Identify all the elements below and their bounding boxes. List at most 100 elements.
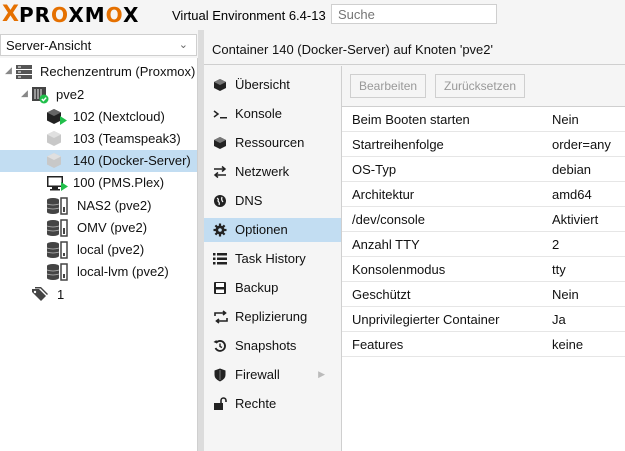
nav-item-label: Replizierung [235, 309, 308, 324]
tree-item-storage-omv[interactable]: OMV (pve2) [0, 217, 197, 239]
proxmox-logo[interactable]: X PROXMOX [2, 2, 140, 28]
console-icon [213, 107, 227, 121]
task-history-icon [213, 252, 227, 266]
tree-item-datacenter[interactable]: ◢ Rechenzentrum (Proxmox) [0, 61, 197, 83]
nav-item-dns[interactable]: DNS [204, 189, 341, 213]
nav-item-label: Netzwerk [235, 164, 290, 179]
version-label: Virtual Environment 6.4-13 [172, 8, 326, 23]
replication-icon [213, 310, 228, 324]
table-row[interactable]: Beim Booten starten Nein [342, 107, 625, 132]
option-value: tty [552, 262, 566, 277]
reset-button[interactable]: Zurücksetzen [435, 74, 526, 98]
option-value: 2 [552, 237, 560, 252]
options-toolbar: Bearbeiten Zurücksetzen [342, 66, 625, 107]
option-value: Nein [552, 112, 579, 127]
chevron-down-icon: ⌄ [178, 39, 188, 51]
option-value: order=any [552, 137, 611, 152]
network-icon [213, 165, 227, 179]
nav-item-label: Konsole [235, 106, 282, 121]
tree-item-storage-local-lvm[interactable]: local-lvm (pve2) [0, 261, 197, 283]
nav-item-label: Backup [235, 280, 279, 295]
nav-item-resources[interactable]: Ressourcen [204, 131, 341, 155]
snapshots-icon [213, 339, 227, 353]
edit-button[interactable]: Bearbeiten [350, 74, 427, 98]
summary-icon [213, 78, 227, 92]
tree-item-node-pve2[interactable]: ◢ pve2 [0, 84, 197, 106]
collapse-arrow-icon[interactable]: ◢ [21, 88, 28, 99]
option-key: Startreihenfolge [352, 137, 444, 152]
tree-item-label: 102 (Nextcloud) [73, 109, 165, 124]
tree-item-ct-102[interactable]: 102 (Nextcloud) [0, 106, 197, 128]
tree-item-pool[interactable]: 1 [0, 284, 197, 306]
node-online-icon [31, 86, 49, 104]
tree-item-label: 140 (Docker-Server) [73, 153, 191, 168]
tree-item-vm-100[interactable]: 100 (PMS.Plex) [0, 172, 197, 194]
tree-item-label: local-lvm (pve2) [77, 264, 169, 279]
nav-item-label: Optionen [235, 222, 288, 237]
option-value: keine [552, 337, 584, 352]
storage-icon [46, 241, 68, 259]
container-nav: Übersicht Konsole Ressourcen Netzwerk DN… [204, 66, 342, 451]
table-row[interactable]: /dev/console Aktiviert [342, 207, 625, 232]
datacenter-icon [15, 63, 33, 81]
nav-item-label: Firewall [235, 367, 280, 382]
search-input[interactable] [331, 4, 497, 24]
unlock-icon [213, 397, 227, 411]
nav-item-label: DNS [235, 193, 263, 208]
tree-item-storage-local[interactable]: local (pve2) [0, 239, 197, 261]
tree-item-label: 1 [57, 287, 65, 302]
container-stopped-icon [46, 130, 64, 148]
table-row[interactable]: Geschützt Nein [342, 282, 625, 307]
table-row[interactable]: OS-Typ debian [342, 157, 625, 182]
nav-item-backup[interactable]: Backup [204, 276, 341, 300]
table-row[interactable]: Startreihenfolge order=any [342, 132, 625, 157]
collapse-arrow-icon[interactable]: ◢ [5, 65, 12, 76]
logo-x: X [2, 2, 19, 27]
option-value: debian [552, 162, 592, 177]
nav-item-snapshots[interactable]: Snapshots [204, 334, 341, 358]
nav-item-console[interactable]: Konsole [204, 102, 341, 126]
nav-item-task-history[interactable]: Task History [204, 247, 341, 271]
resources-icon [213, 136, 227, 150]
view-select-value: Server-Ansicht [6, 38, 92, 53]
option-key: Geschützt [352, 287, 411, 302]
nav-item-permissions[interactable]: Rechte [204, 392, 341, 416]
logo-wordmark: PROXMOX [18, 3, 140, 27]
container-running-icon [46, 108, 67, 126]
nav-item-summary[interactable]: Übersicht [204, 73, 341, 97]
nav-item-firewall[interactable]: Firewall ▶ [204, 363, 341, 387]
storage-icon [46, 263, 68, 281]
tags-icon [31, 286, 49, 304]
resource-tree: ◢ Rechenzentrum (Proxmox) ◢ pve2 102 (Ne… [0, 58, 198, 451]
tree-item-ct-103[interactable]: 103 (Teamspeak3) [0, 128, 197, 150]
nav-item-network[interactable]: Netzwerk [204, 160, 341, 184]
nav-item-label: Ressourcen [235, 135, 305, 150]
table-row[interactable]: Features keine [342, 332, 625, 357]
chevron-right-icon: ▶ [318, 369, 325, 379]
nav-item-label: Task History [235, 251, 306, 266]
storage-icon [46, 219, 68, 237]
table-row[interactable]: Architektur amd64 [342, 182, 625, 207]
storage-icon [46, 197, 68, 215]
nav-item-label: Snapshots [235, 338, 297, 353]
dns-icon [213, 194, 227, 208]
option-key: /dev/console [352, 212, 425, 227]
gear-icon [213, 223, 227, 237]
tree-item-label: pve2 [56, 87, 85, 102]
table-row[interactable]: Anzahl TTY 2 [342, 232, 625, 257]
option-key: Beim Booten starten [352, 112, 470, 127]
option-key: Anzahl TTY [352, 237, 420, 252]
nav-item-replication[interactable]: Replizierung [204, 305, 341, 329]
page-title: Container 140 (Docker-Server) auf Knoten… [212, 42, 493, 57]
view-select[interactable]: Server-Ansicht ⌄ [0, 34, 197, 56]
tree-item-storage-nas2[interactable]: NAS2 (pve2) [0, 195, 197, 217]
tree-item-ct-140[interactable]: 140 (Docker-Server) [0, 150, 197, 172]
nav-item-options[interactable]: Optionen [204, 218, 341, 242]
tree-item-label: local (pve2) [77, 242, 145, 257]
container-stopped-icon [46, 152, 64, 170]
option-key: Unprivilegierter Container [352, 312, 500, 327]
option-value: amd64 [552, 187, 592, 202]
table-row[interactable]: Konsolenmodus tty [342, 257, 625, 282]
option-value: Ja [552, 312, 566, 327]
table-row[interactable]: Unprivilegierter Container Ja [342, 307, 625, 332]
